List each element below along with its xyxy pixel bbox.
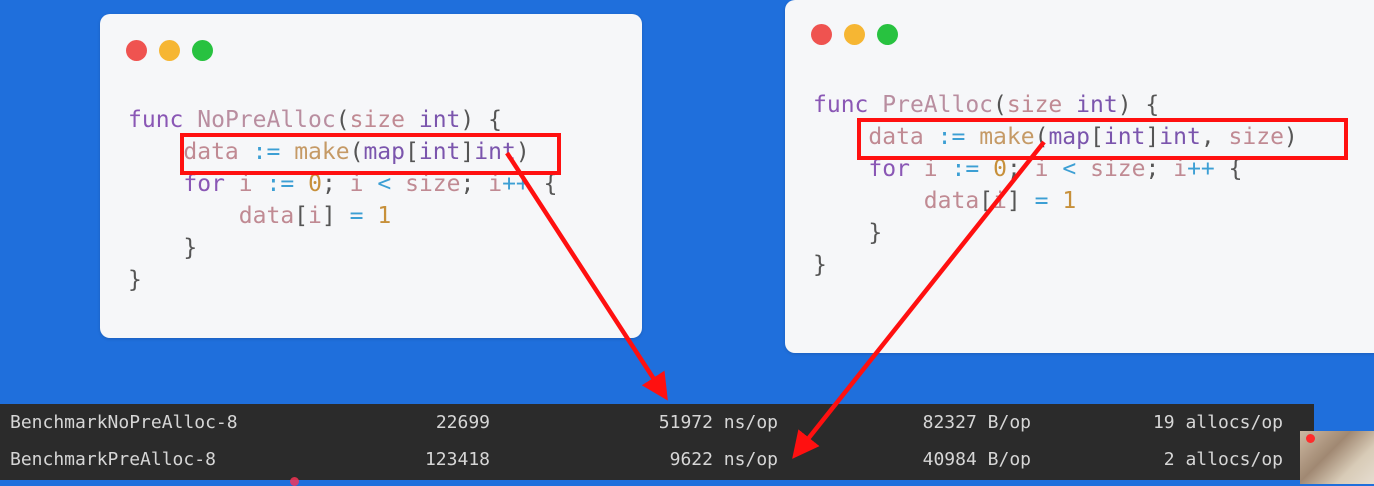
cursor-pointer-icon: [290, 477, 299, 486]
arrow-left-to-nopre-icon: [505, 151, 668, 401]
recording-dot-icon: [1306, 434, 1315, 443]
arrow-right-to-pre-icon: [792, 140, 1046, 459]
annotation-arrows: [505, 140, 1046, 459]
